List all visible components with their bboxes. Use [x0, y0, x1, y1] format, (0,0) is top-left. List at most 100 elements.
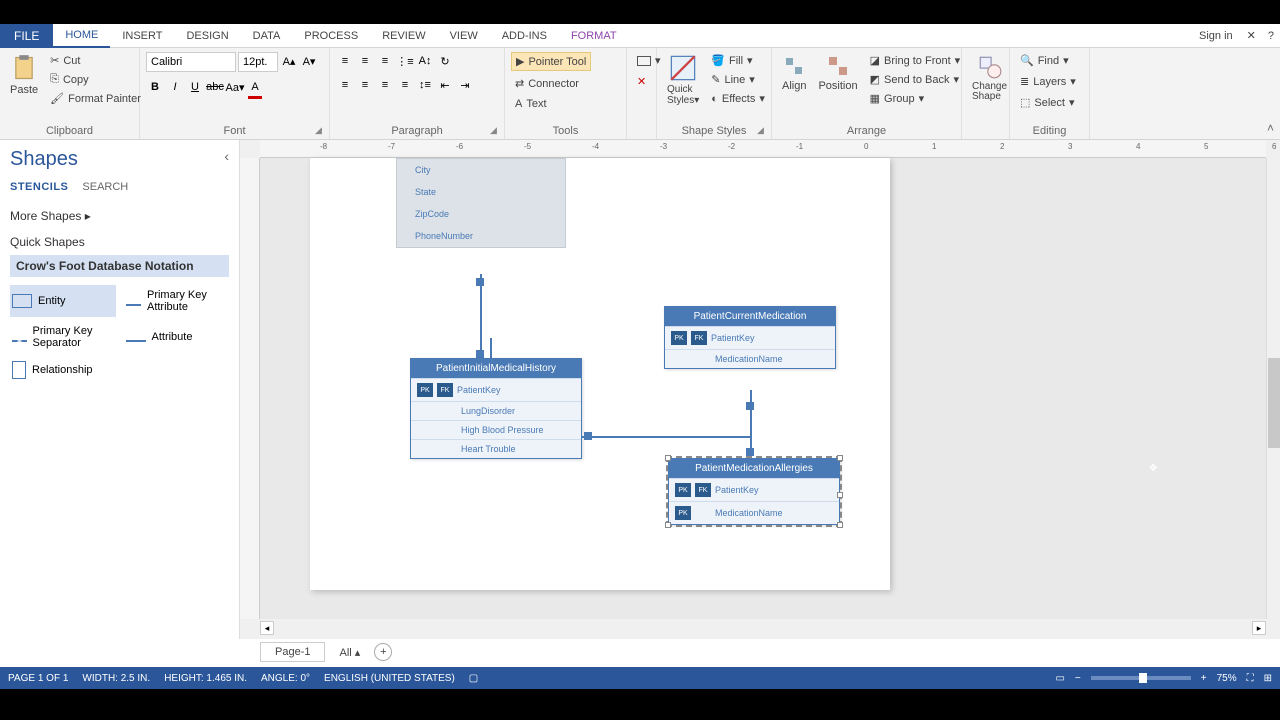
- effects-button[interactable]: ◐Effects▾: [707, 90, 769, 107]
- scroll-left-button[interactable]: ◂: [260, 621, 274, 635]
- drawing-page[interactable]: City State ZipCode PhoneNumber PatientIn…: [310, 158, 890, 590]
- stencils-tab[interactable]: STENCILS: [10, 181, 68, 193]
- shape-attribute[interactable]: Attribute: [124, 321, 230, 353]
- tab-home[interactable]: HOME: [53, 24, 110, 48]
- zoom-slider[interactable]: [1091, 676, 1191, 680]
- search-tab[interactable]: SEARCH: [82, 181, 128, 193]
- zoom-out-button[interactable]: −: [1075, 673, 1081, 684]
- page-tab-1[interactable]: Page-1: [260, 642, 325, 662]
- drawing-canvas[interactable]: City State ZipCode PhoneNumber PatientIn…: [260, 158, 1266, 619]
- tab-format[interactable]: FORMAT: [559, 25, 629, 47]
- shrink-font-button[interactable]: A▾: [300, 52, 318, 70]
- italic-button[interactable]: I: [166, 78, 184, 96]
- shape-pk-separator[interactable]: Primary Key Separator: [10, 321, 116, 353]
- align-bottom-button[interactable]: ≡: [376, 52, 394, 70]
- text-tool-button[interactable]: AText: [511, 96, 551, 112]
- signin-link[interactable]: Sign in: [1191, 25, 1241, 47]
- align-button[interactable]: Align: [778, 52, 810, 94]
- entity-medication-allergies[interactable]: PatientMedicationAllergies ✥ PKFKPatient…: [668, 458, 840, 525]
- paste-button[interactable]: Paste: [6, 52, 42, 98]
- selection-handle[interactable]: [665, 455, 671, 461]
- copy-button[interactable]: ⎘Copy: [46, 71, 145, 88]
- presentation-mode-icon[interactable]: ▭: [1055, 673, 1064, 684]
- shape-pk-attribute[interactable]: Primary Key Attribute: [124, 285, 230, 317]
- align-middle-button[interactable]: ≡: [356, 52, 374, 70]
- align-right-button[interactable]: ≡: [376, 76, 394, 94]
- zoom-thumb[interactable]: [1139, 673, 1147, 683]
- selection-handle[interactable]: [837, 455, 843, 461]
- send-back-button[interactable]: ◩Send to Back▾: [866, 71, 965, 88]
- scrollbar-horizontal[interactable]: ◂ ▸: [260, 621, 1266, 635]
- selection-handle[interactable]: [837, 492, 843, 498]
- rotate-text-button[interactable]: ↻: [436, 52, 454, 70]
- bullets-button[interactable]: ⋮≡: [396, 52, 414, 70]
- bold-button[interactable]: B: [146, 78, 164, 96]
- ribbon-collapse-button[interactable]: ˄: [1267, 121, 1274, 135]
- connector-1b[interactable]: [490, 338, 492, 358]
- align-center-button[interactable]: ≡: [356, 76, 374, 94]
- tab-process[interactable]: PROCESS: [292, 25, 370, 47]
- grow-font-button[interactable]: A▴: [280, 52, 298, 70]
- stencil-crowsfoot[interactable]: Crow's Foot Database Notation: [10, 255, 229, 277]
- font-dialog-launcher[interactable]: ◢: [315, 125, 327, 137]
- font-color-button[interactable]: A: [246, 78, 264, 96]
- delete-tool-button[interactable]: ✕: [633, 73, 650, 90]
- shape-entity[interactable]: Entity: [10, 285, 116, 317]
- line-spacing-button[interactable]: ↕≡: [416, 76, 434, 94]
- select-button[interactable]: ⬚Select▾: [1016, 94, 1079, 111]
- macro-record-icon[interactable]: ▢: [469, 673, 478, 684]
- zoom-in-button[interactable]: +: [1201, 673, 1207, 684]
- selection-handle[interactable]: [665, 522, 671, 528]
- strike-button[interactable]: abc: [206, 78, 224, 96]
- help-icon[interactable]: ?: [1262, 25, 1280, 47]
- dec-indent-button[interactable]: ⇤: [436, 76, 454, 94]
- quick-shapes-link[interactable]: Quick Shapes: [10, 229, 229, 255]
- quick-styles-button[interactable]: QuickStyles▾: [663, 52, 703, 108]
- pan-zoom-icon[interactable]: ⊞: [1264, 673, 1272, 684]
- shapes-panel-collapse[interactable]: ‹: [224, 148, 229, 164]
- tab-addins[interactable]: ADD-INS: [490, 25, 559, 47]
- tab-review[interactable]: REVIEW: [370, 25, 437, 47]
- scrollbar-thumb[interactable]: [1268, 358, 1280, 448]
- case-button[interactable]: Aa▾: [226, 78, 244, 96]
- tab-insert[interactable]: INSERT: [110, 25, 174, 47]
- tab-file[interactable]: FILE: [0, 24, 53, 48]
- align-top-button[interactable]: ≡: [336, 52, 354, 70]
- status-language[interactable]: ENGLISH (UNITED STATES): [324, 673, 455, 684]
- entity-patient-address-partial[interactable]: City State ZipCode PhoneNumber: [396, 158, 566, 248]
- text-direction-button[interactable]: A↕: [416, 52, 434, 70]
- pointer-tool-button[interactable]: ▶Pointer Tool: [511, 52, 591, 71]
- scrollbar-vertical[interactable]: [1266, 158, 1280, 619]
- line-button[interactable]: ✎Line▾: [707, 71, 769, 88]
- layers-button[interactable]: ≣Layers▾: [1016, 73, 1080, 90]
- entity-current-medication[interactable]: PatientCurrentMedication PKFKPatientKey …: [664, 306, 836, 369]
- align-left-button[interactable]: ≡: [336, 76, 354, 94]
- page-tab-all[interactable]: All ▴: [333, 643, 366, 662]
- change-shape-button[interactable]: Change Shape: [968, 52, 1011, 104]
- fit-page-icon[interactable]: ⛶: [1247, 673, 1254, 684]
- connector-1[interactable]: [480, 274, 482, 358]
- position-button[interactable]: Position: [814, 52, 861, 94]
- font-name-combo[interactable]: [146, 52, 236, 72]
- underline-button[interactable]: U: [186, 78, 204, 96]
- justify-button[interactable]: ≡: [396, 76, 414, 94]
- bring-front-button[interactable]: ◪Bring to Front▾: [866, 52, 965, 69]
- zoom-level[interactable]: 75%: [1217, 673, 1237, 684]
- connector-2[interactable]: [582, 436, 752, 438]
- shape-relationship[interactable]: Relationship: [10, 357, 116, 383]
- format-painter-button[interactable]: 🖌Format Painter: [46, 90, 145, 107]
- tab-view[interactable]: VIEW: [438, 25, 490, 47]
- close-icon[interactable]: ✕: [1241, 24, 1262, 47]
- find-button[interactable]: 🔍Find▾: [1016, 52, 1073, 69]
- connector-tool-button[interactable]: ⇄Connector: [511, 75, 583, 92]
- inc-indent-button[interactable]: ⇥: [456, 76, 474, 94]
- selection-handle[interactable]: [837, 522, 843, 528]
- tab-data[interactable]: DATA: [241, 25, 293, 47]
- shapestyles-dialog-launcher[interactable]: ◢: [757, 125, 769, 137]
- group-button[interactable]: ▦Group▾: [866, 90, 965, 107]
- tab-design[interactable]: DESIGN: [174, 25, 240, 47]
- scroll-right-button[interactable]: ▸: [1252, 621, 1266, 635]
- fill-button[interactable]: 🪣Fill▾: [707, 52, 769, 69]
- more-shapes-link[interactable]: More Shapes ▸: [10, 203, 229, 229]
- entity-initial-history[interactable]: PatientInitialMedicalHistory PKFKPatient…: [410, 358, 582, 459]
